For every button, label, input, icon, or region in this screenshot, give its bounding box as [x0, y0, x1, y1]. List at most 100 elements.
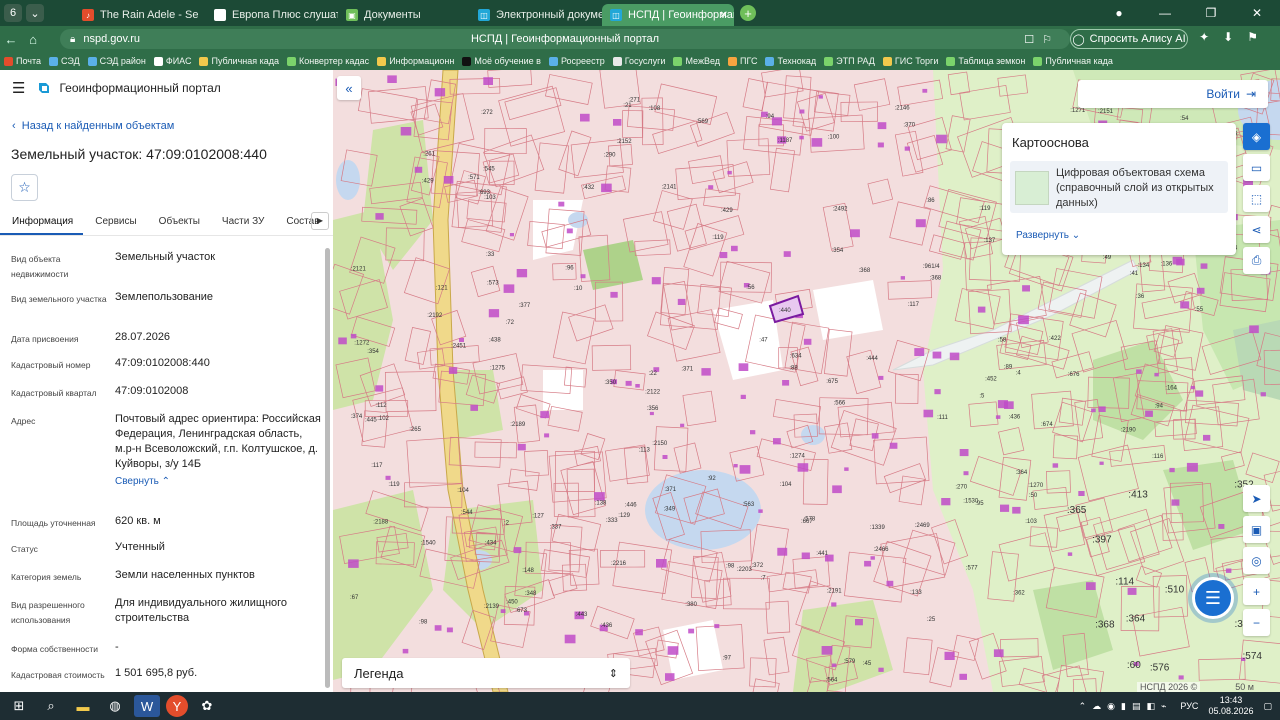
page-icon: [214, 9, 226, 21]
bookmark-item[interactable]: СЭД: [49, 56, 80, 66]
bookmark-item[interactable]: СЭД район: [87, 56, 146, 66]
parcel-number: :2146: [895, 106, 911, 112]
search-icon[interactable]: ⌕: [38, 695, 64, 717]
parcel-number: :2151: [1098, 109, 1114, 115]
tabs-next-button[interactable]: ▶: [311, 212, 329, 230]
tab-parts[interactable]: Части ЗУ: [210, 210, 274, 235]
building: [1098, 406, 1106, 412]
building: [1022, 285, 1030, 292]
building: [677, 298, 686, 305]
parcel-outline: [496, 376, 528, 400]
building: [850, 229, 860, 238]
parcel-outline: [613, 370, 646, 391]
bookmark-icon[interactable]: ☐⚐: [1024, 33, 1060, 46]
parcel-outline: [763, 636, 790, 676]
chat-button[interactable]: ☰: [1192, 577, 1234, 619]
legend-bar[interactable]: Легенда ⇕: [342, 658, 630, 688]
bookmark-item[interactable]: Росреестр: [548, 56, 605, 66]
expand-link[interactable]: Развернуть ⌄: [1016, 230, 1080, 241]
bookmark-item[interactable]: Госуслуги: [612, 56, 665, 66]
file-explorer-icon[interactable]: ▬: [70, 695, 96, 717]
building: [997, 400, 1008, 409]
tab-objects[interactable]: Объекты: [147, 210, 210, 235]
bookmark-item[interactable]: ПГС: [728, 56, 757, 66]
bookmark-item[interactable]: Таблица земкон: [946, 56, 1025, 66]
parcel-number: :2466: [874, 547, 890, 553]
bookmark-item[interactable]: Информационн: [377, 56, 454, 66]
yandex-browser-icon[interactable]: Y: [166, 695, 188, 717]
measure-button[interactable]: ▭: [1243, 154, 1270, 181]
windows-start-icon[interactable]: ⊞: [6, 695, 32, 717]
minimize-icon[interactable]: —: [1142, 6, 1188, 20]
back-arrow-icon[interactable]: ←: [0, 32, 22, 47]
tab-europa-plus[interactable]: Европа Плюс слушать он: [206, 4, 338, 26]
share-button[interactable]: ⋖: [1243, 216, 1270, 243]
parcel-number: :272: [481, 110, 493, 116]
panel-scrollbar[interactable]: [325, 248, 330, 688]
bookmark-item[interactable]: Публичная када: [1033, 56, 1113, 66]
bookmark-item[interactable]: ФИАС: [153, 56, 191, 66]
geo-search-button[interactable]: ◎: [1243, 547, 1270, 574]
profile-icon[interactable]: ●: [1096, 6, 1142, 20]
parcel-number: :94: [1155, 404, 1164, 410]
minimap-button[interactable]: ▣: [1243, 516, 1270, 543]
tray-icons[interactable]: ⌃☁◉▮▤◧⌁: [1079, 701, 1173, 712]
restore-icon[interactable]: ❐: [1188, 6, 1234, 20]
bookmark-item[interactable]: Технокад: [765, 56, 816, 66]
notification-icon[interactable]: ▢: [1263, 701, 1272, 712]
bookmark-item[interactable]: Моё обучение в: [462, 56, 541, 66]
misc-app-icon[interactable]: ✿: [194, 695, 220, 717]
tab-counter[interactable]: 6: [4, 4, 22, 22]
locate-button[interactable]: ➤: [1243, 485, 1270, 512]
extensions-icon[interactable]: ✦⬇⚑: [1199, 30, 1272, 44]
favorite-button[interactable]: ☆: [11, 174, 38, 201]
alice-icon: ◯: [1072, 33, 1085, 46]
alice-button[interactable]: ◯ Спросить Алису AI: [1070, 29, 1188, 49]
building: [949, 352, 960, 361]
parcel-number: :2139: [484, 604, 500, 610]
tab-adele[interactable]: ♪ The Rain Adele - Se: [74, 4, 206, 26]
clock[interactable]: 13:43 05.08.2026: [1208, 695, 1253, 717]
url-field[interactable]: 🔒︎ nspd.gov.ru НСПД | Геоинформационный …: [60, 29, 1070, 49]
bookmark-item[interactable]: Конвертер кадас: [287, 56, 369, 66]
tab-edo[interactable]: ◫ Электронный документо: [470, 4, 602, 26]
nspd-icon: ◫: [610, 9, 622, 21]
parcel-number: :36: [1136, 294, 1145, 300]
select-area-button[interactable]: ⬚: [1243, 185, 1270, 212]
zoom-out-button[interactable]: −: [1243, 609, 1270, 636]
parcel-number: :2203: [737, 567, 753, 573]
converter-icon: [287, 56, 297, 66]
chevron-down-icon[interactable]: ⌄: [26, 4, 44, 22]
close-tab-icon[interactable]: ✕: [720, 10, 728, 21]
bookmark-item[interactable]: МежВед: [673, 56, 720, 66]
login-button[interactable]: Войти ⇥: [1078, 80, 1268, 108]
language-indicator[interactable]: РУС: [1180, 701, 1198, 711]
tab-documents[interactable]: ▣ Документы: [338, 4, 470, 26]
basemap-option[interactable]: Цифровая объектовая схема (справочный сл…: [1010, 161, 1228, 213]
app-icon[interactable]: ◍: [102, 695, 128, 717]
print-button[interactable]: ⎙: [1243, 247, 1270, 274]
parcel-number: :362: [1013, 591, 1025, 597]
field-row: Площадь уточненная 620 кв. м: [0, 514, 322, 540]
tab-information[interactable]: Информация: [0, 210, 84, 235]
bookmark-item[interactable]: ЭТП РАД: [824, 56, 875, 66]
bookmark-item[interactable]: Публичная када: [199, 56, 279, 66]
building: [739, 465, 751, 474]
new-tab-button[interactable]: +: [740, 5, 756, 21]
parcel-number: :7: [761, 576, 767, 582]
building: [799, 135, 804, 140]
layers-button[interactable]: ◈: [1243, 123, 1270, 150]
bookmark-item[interactable]: Почта: [4, 56, 41, 66]
back-to-results-link[interactable]: ‹ Назад к найденным объектам: [12, 120, 174, 132]
parcel-number: :10: [574, 286, 583, 292]
home-icon[interactable]: ⌂: [22, 32, 44, 47]
zoom-in-button[interactable]: +: [1243, 578, 1270, 605]
tab-nspd[interactable]: ◫ НСПД | Геоинформаци ✕: [602, 4, 734, 26]
tab-services[interactable]: Сервисы: [83, 210, 146, 235]
collapse-panel-button[interactable]: «: [337, 76, 361, 100]
collapse-link[interactable]: Свернуть ⌃: [115, 474, 322, 489]
menu-icon[interactable]: ☰: [12, 79, 25, 97]
word-icon[interactable]: W: [134, 695, 160, 717]
bookmark-item[interactable]: ГИС Торги: [882, 56, 938, 66]
close-window-icon[interactable]: ✕: [1234, 6, 1280, 20]
